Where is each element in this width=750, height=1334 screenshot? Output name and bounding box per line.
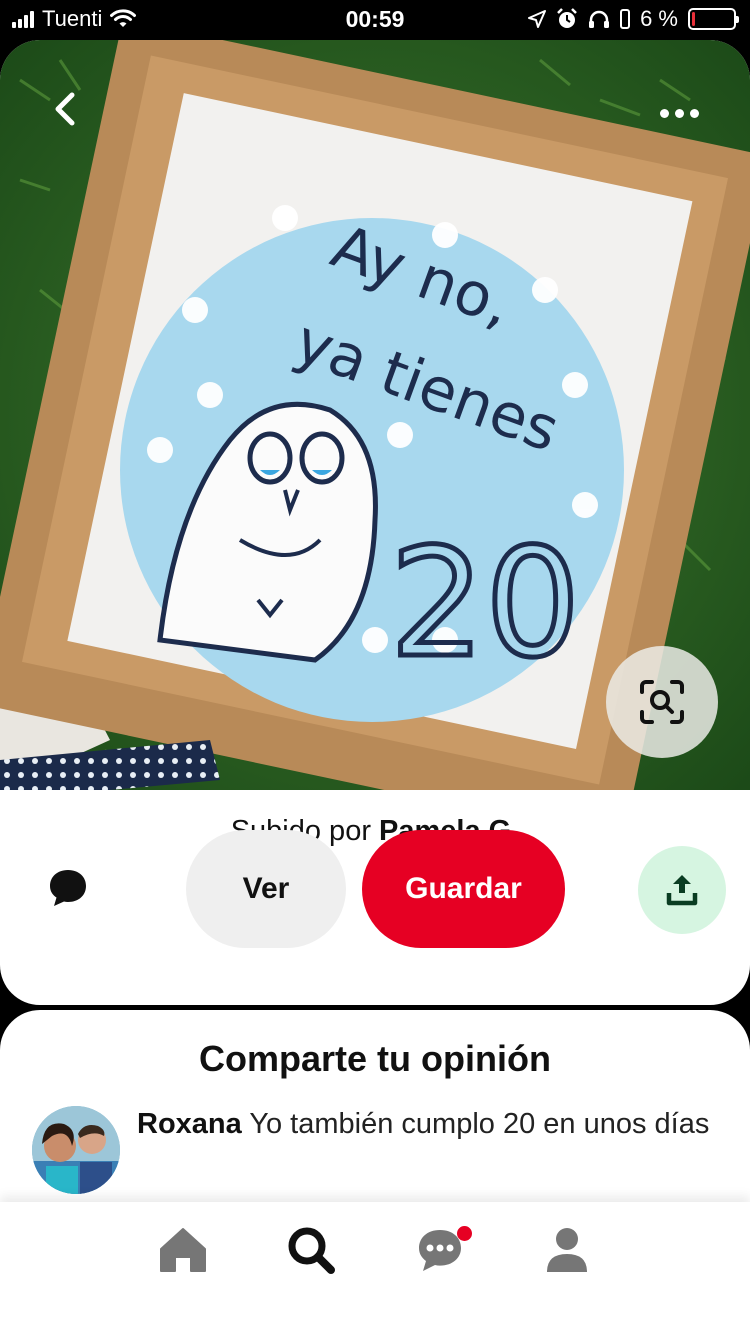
- back-button[interactable]: [40, 84, 90, 134]
- share-button[interactable]: [638, 846, 726, 934]
- comment-author[interactable]: Roxana: [137, 1108, 242, 1140]
- battery-percent: 6 %: [640, 6, 678, 31]
- view-button[interactable]: Ver: [186, 830, 346, 948]
- pin-image[interactable]: Ay no, ya tienes 20: [0, 40, 750, 790]
- comment-text: Roxana Yo también cumplo 20 en unos días: [137, 1106, 722, 1143]
- home-icon: [160, 1228, 206, 1272]
- profile-icon: [547, 1228, 587, 1272]
- nav-home[interactable]: [155, 1222, 211, 1278]
- speech-bubble-icon: [50, 870, 86, 906]
- share-upload-icon: [666, 875, 698, 906]
- avatar[interactable]: [32, 1106, 120, 1194]
- status-bar: Tuenti 00:59 6 %: [0, 0, 750, 40]
- visual-search-button[interactable]: [606, 646, 718, 758]
- more-options-button[interactable]: [654, 98, 704, 128]
- avatar-photo: [32, 1106, 120, 1194]
- notification-dot: [457, 1226, 472, 1241]
- search-icon: [288, 1227, 335, 1274]
- status-right: 6 %: [528, 6, 739, 32]
- comments-title: Comparte tu opinión: [199, 1038, 551, 1079]
- comment-body: Yo también cumplo 20 en unos días: [249, 1108, 710, 1140]
- more-horizontal-icon: [659, 108, 669, 118]
- alarm-icon: [557, 8, 577, 28]
- comment-button[interactable]: [46, 866, 90, 910]
- save-button[interactable]: Guardar: [362, 830, 565, 948]
- cake-text-number: 20: [390, 517, 581, 691]
- battery-icon: [688, 8, 739, 30]
- headphones-icon: [589, 10, 610, 28]
- nav-search[interactable]: [283, 1222, 339, 1278]
- orientation-lock-icon: [620, 9, 631, 29]
- bottom-nav: [0, 1202, 750, 1334]
- action-bar: Ver Guardar: [0, 830, 750, 950]
- chevron-left-icon: [55, 92, 75, 126]
- nav-messages[interactable]: [412, 1222, 472, 1278]
- location-arrow-icon: [528, 10, 547, 28]
- nav-profile[interactable]: [539, 1222, 595, 1278]
- visual-search-icon: [640, 680, 684, 724]
